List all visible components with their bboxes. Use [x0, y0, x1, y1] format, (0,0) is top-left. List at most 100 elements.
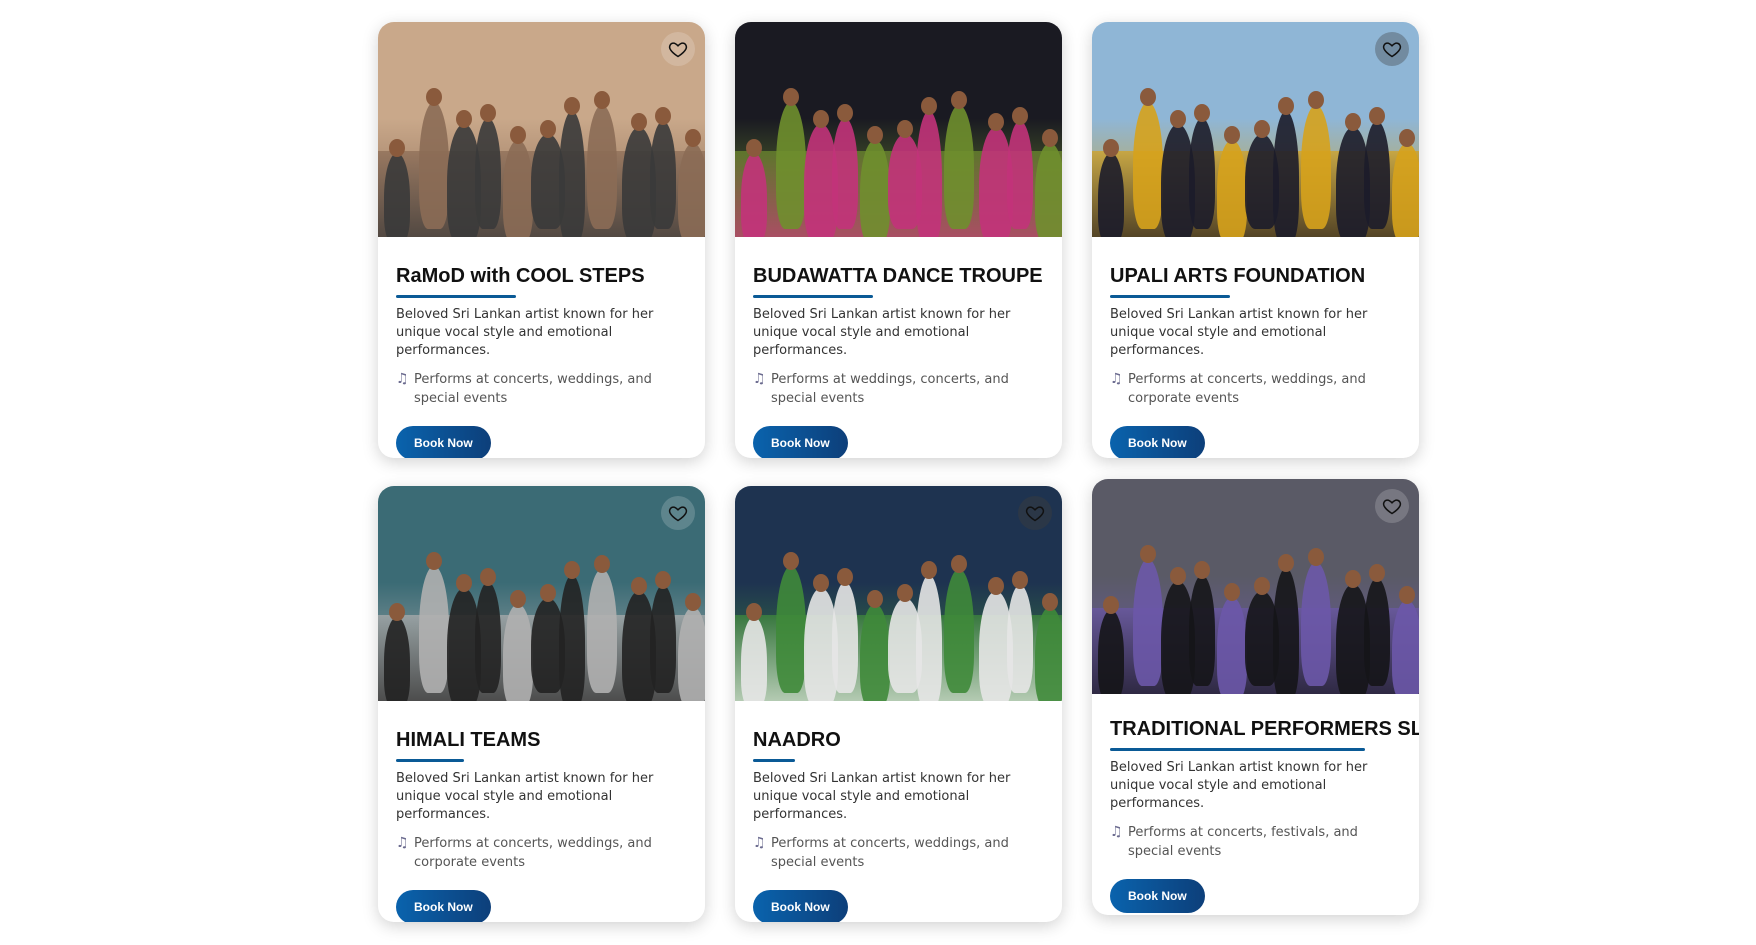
artist-name: UPALI ARTS FOUNDATION: [1110, 265, 1366, 287]
favorite-button[interactable]: [1018, 496, 1052, 530]
photo-figure-head: [1042, 593, 1058, 611]
photo-figure-head: [1345, 113, 1361, 131]
photo-figure-head: [813, 574, 829, 592]
photo-figure: [475, 118, 501, 229]
photo-figure-head: [897, 120, 913, 138]
photo-figure-head: [480, 568, 496, 586]
photo-figure-head: [1369, 107, 1385, 125]
photo-figure-head: [564, 561, 580, 579]
photo-figure: [678, 143, 705, 237]
photo-figure: [944, 105, 974, 229]
photo-figure: [650, 121, 676, 229]
favorite-button[interactable]: [661, 496, 695, 530]
photo-figure-head: [1103, 139, 1119, 157]
photo-figure-head: [1254, 577, 1270, 595]
photo-figure-head: [1278, 554, 1294, 572]
photo-figure-head: [594, 91, 610, 109]
photo-figure: [1392, 600, 1419, 694]
photo-figure-head: [480, 104, 496, 122]
artist-card: NAADRO Beloved Sri Lankan artist known f…: [735, 486, 1062, 922]
artist-card: TRADITIONAL PERFORMERS SL Beloved Sri La…: [1092, 479, 1419, 915]
photo-figure-head: [540, 120, 556, 138]
photo-figure: [419, 566, 449, 693]
photo-figure: [1035, 607, 1062, 701]
photo-figure-head: [594, 555, 610, 573]
book-now-button[interactable]: Book Now: [753, 426, 848, 458]
artist-description: Beloved Sri Lankan artist known for her …: [1110, 760, 1368, 811]
photo-figure: [1189, 575, 1215, 686]
photo-figure: [832, 582, 858, 693]
photo-figure-head: [837, 568, 853, 586]
photo-figure-head: [837, 104, 853, 122]
performance-text: Performs at concerts, festivals, and spe…: [1128, 825, 1358, 859]
artist-photo: [1092, 479, 1419, 694]
card-body: UPALI ARTS FOUNDATION Beloved Sri Lankan…: [1092, 237, 1419, 458]
music-note-icon: ♫: [1110, 824, 1123, 840]
book-now-button[interactable]: Book Now: [396, 426, 491, 458]
performance-info: ♫ Performs at concerts, weddings, and co…: [396, 834, 687, 872]
photo-figure-head: [1140, 88, 1156, 106]
photo-figure-head: [746, 603, 762, 621]
photo-figure: [741, 153, 767, 237]
photo-figure: [1189, 118, 1215, 229]
music-note-icon: ♫: [753, 835, 766, 851]
card-body: BUDAWATTA DANCE TROUPE Beloved Sri Lanka…: [735, 237, 1062, 458]
favorite-button[interactable]: [661, 32, 695, 66]
photo-figure: [587, 105, 617, 229]
photo-figure-head: [540, 584, 556, 602]
photo-figure-head: [1254, 120, 1270, 138]
photo-figure-head: [1170, 110, 1186, 128]
photo-figure-head: [1399, 129, 1415, 147]
heart-icon: [668, 42, 688, 58]
artist-card: HIMALI TEAMS Beloved Sri Lankan artist k…: [378, 486, 705, 922]
photo-figure: [419, 102, 449, 229]
performance-text: Performs at weddings, concerts, and spec…: [771, 372, 1009, 406]
title-underline: [396, 295, 516, 298]
photo-figure-head: [1345, 570, 1361, 588]
photo-figure-head: [426, 552, 442, 570]
photo-figure-head: [1042, 129, 1058, 147]
title-underline: [1110, 748, 1365, 751]
photo-figure: [860, 140, 890, 237]
photo-figure: [650, 585, 676, 693]
photo-figure-head: [1308, 91, 1324, 109]
artist-card: RaMoD with COOL STEPS Beloved Sri Lankan…: [378, 22, 705, 458]
book-now-button[interactable]: Book Now: [396, 890, 491, 922]
photo-figure: [384, 153, 410, 237]
photo-figure-head: [456, 574, 472, 592]
photo-figure-head: [1308, 548, 1324, 566]
photo-figure-head: [685, 593, 701, 611]
photo-figure: [776, 566, 806, 693]
artist-name: RaMoD with COOL STEPS: [396, 265, 645, 287]
photo-figure-head: [1194, 561, 1210, 579]
performance-info: ♫ Performs at concerts, festivals, and s…: [1110, 823, 1401, 861]
photo-figure-head: [389, 139, 405, 157]
title-underline: [1110, 295, 1230, 298]
photo-figure: [559, 575, 585, 701]
book-now-button[interactable]: Book Now: [1110, 879, 1205, 913]
photo-figure-head: [1012, 107, 1028, 125]
photo-figure: [832, 118, 858, 229]
photo-figure: [1098, 153, 1124, 237]
photo-figure-head: [1369, 564, 1385, 582]
artist-description: Beloved Sri Lankan artist known for her …: [1110, 307, 1368, 358]
artist-name: NAADRO: [753, 729, 841, 751]
book-now-button[interactable]: Book Now: [1110, 426, 1205, 458]
artist-name: TRADITIONAL PERFORMERS SL: [1110, 718, 1419, 740]
photo-figure-head: [685, 129, 701, 147]
favorite-button[interactable]: [1375, 32, 1409, 66]
card-body: HIMALI TEAMS Beloved Sri Lankan artist k…: [378, 701, 705, 922]
artist-name: BUDAWATTA DANCE TROUPE: [753, 265, 1043, 287]
photo-figure-head: [564, 97, 580, 115]
favorite-button[interactable]: [1375, 489, 1409, 523]
photo-figure: [384, 617, 410, 701]
photo-figure-head: [951, 555, 967, 573]
photo-figure-head: [988, 113, 1004, 131]
artist-photo: [1092, 22, 1419, 237]
photo-figure-head: [746, 139, 762, 157]
heart-icon: [668, 506, 688, 522]
photo-figure-head: [655, 571, 671, 589]
photo-figure: [1364, 578, 1390, 686]
book-now-button[interactable]: Book Now: [753, 890, 848, 922]
photo-figure: [741, 617, 767, 701]
